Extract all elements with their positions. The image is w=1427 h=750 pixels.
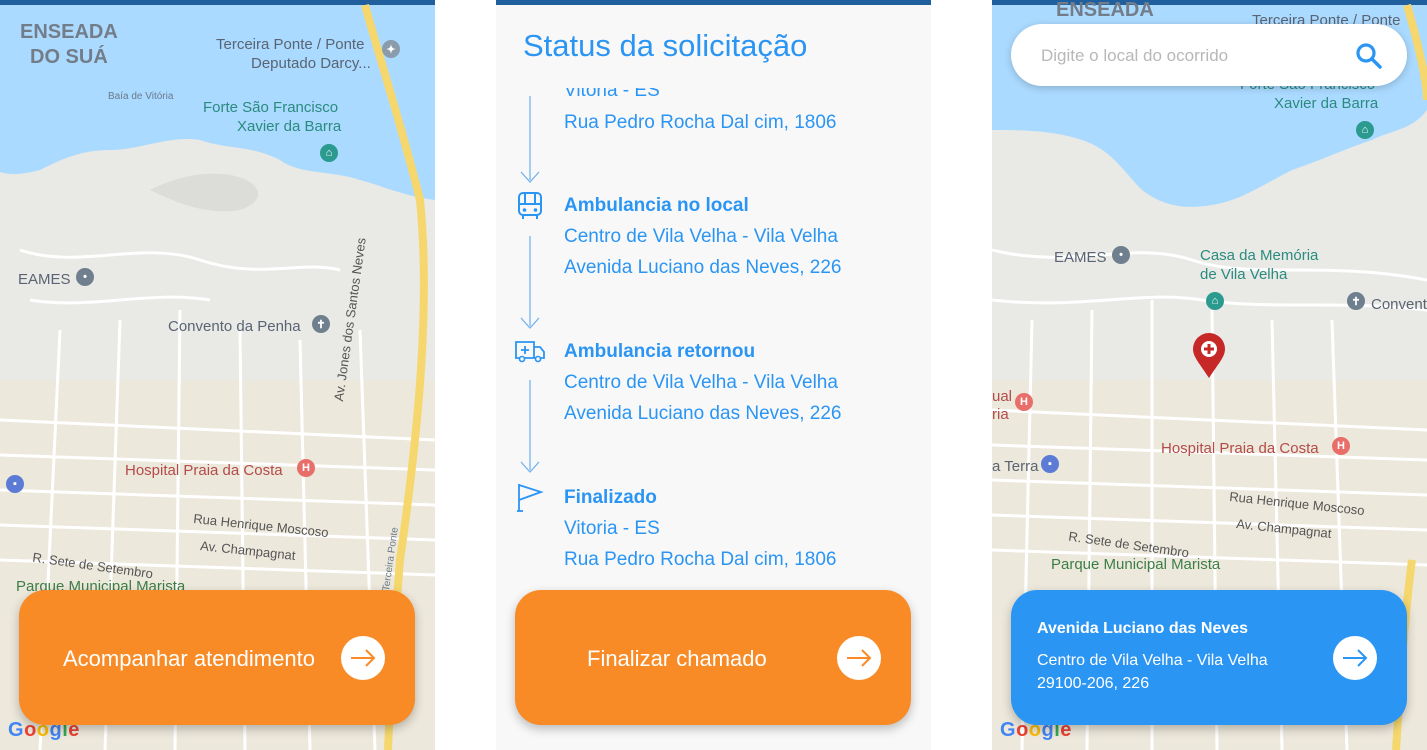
- map-label: DO SUÁ: [30, 46, 108, 68]
- location-marker-icon[interactable]: [1192, 333, 1226, 384]
- arrow-right-icon: [837, 636, 881, 680]
- hospital-pin-icon[interactable]: H: [1015, 393, 1033, 411]
- timeline[interactable]: Vitoria - ES Rua Pedro Rocha Dal cim, 18…: [496, 88, 931, 578]
- museum-pin-icon[interactable]: ⌂: [1206, 292, 1224, 310]
- map-screen-right: ENSEADA Terceira Ponte / Ponte Forte São…: [992, 0, 1427, 750]
- map-label: Forte São Francisco: [203, 99, 339, 116]
- map-label: ual: [992, 388, 1013, 405]
- step-line: Rua Pedro Rocha Dal cim, 1806: [564, 549, 837, 570]
- shop-pin-icon[interactable]: ▪: [1041, 455, 1059, 473]
- map-label: Convent: [1371, 296, 1427, 313]
- search-icon[interactable]: [1355, 42, 1383, 75]
- map-label: a Terra: [992, 458, 1039, 475]
- map-label: EAMES: [18, 271, 71, 288]
- hospital-pin-icon[interactable]: H: [1332, 437, 1350, 455]
- hospital-pin-icon[interactable]: H: [297, 459, 315, 477]
- search-input[interactable]: [1039, 42, 1343, 70]
- place-pin-icon[interactable]: •: [1112, 246, 1130, 264]
- status-screen: Status da solicitação Vitoria - ES Rua P…: [496, 0, 931, 750]
- map-label: Convento da Penha: [168, 318, 301, 335]
- church-pin-icon[interactable]: ✝: [312, 315, 330, 333]
- church-pin-icon[interactable]: ✝: [1347, 292, 1365, 310]
- map-label: Xavier da Barra: [237, 118, 342, 135]
- map-label: Xavier da Barra: [1274, 95, 1379, 112]
- card-title: Avenida Luciano das Neves: [1037, 620, 1249, 637]
- step-line: Vitoria - ES: [564, 88, 660, 101]
- step-title: Ambulancia no local: [564, 195, 749, 216]
- map-label: de Vila Velha: [1200, 266, 1288, 283]
- flag-icon: [516, 482, 544, 517]
- map-label: Parque Municipal Marista: [1051, 556, 1221, 573]
- step-line: Centro de Vila Velha - Vila Velha: [564, 372, 838, 393]
- button-label: Finalizar chamado: [587, 646, 767, 671]
- map-screen-left: ENSEADA DO SUÁ Terceira Ponte / Ponte De…: [0, 0, 435, 750]
- step-title: Finalizado: [564, 487, 657, 508]
- page-title: Status da solicitação: [523, 28, 808, 63]
- map-label: Deputado Darcy...: [251, 55, 371, 72]
- museum-pin-icon[interactable]: ⌂: [320, 144, 338, 162]
- card-line: Centro de Vila Velha - Vila Velha: [1037, 652, 1268, 669]
- search-bar[interactable]: [1011, 24, 1407, 86]
- map-label: Terceira Ponte / Ponte: [216, 36, 365, 53]
- arrow-right-icon[interactable]: [1333, 636, 1377, 680]
- map-label: ria: [992, 406, 1009, 423]
- step-line: Vitoria - ES: [564, 518, 660, 539]
- ambulance-icon: [514, 338, 546, 369]
- map-label: ENSEADA: [1056, 0, 1154, 21]
- museum-pin-icon[interactable]: ⌂: [1356, 121, 1374, 139]
- step-title: Ambulancia retornou: [564, 341, 756, 362]
- card-line: 29100-206, 226: [1037, 675, 1150, 692]
- step-line: Centro de Vila Velha - Vila Velha: [564, 226, 838, 247]
- step-line: Avenida Luciano das Neves, 226: [564, 257, 842, 278]
- map-label: Hospital Praia da Costa: [125, 462, 283, 479]
- button-label: Acompanhar atendimento: [63, 646, 315, 671]
- bridge-pin-icon[interactable]: ✦: [382, 40, 400, 58]
- top-bar: [496, 0, 931, 5]
- arrow-right-icon: [341, 636, 385, 680]
- finish-call-button[interactable]: Finalizar chamado: [515, 590, 911, 725]
- shop-pin-icon[interactable]: ▪: [6, 475, 24, 493]
- place-pin-icon[interactable]: •: [76, 268, 94, 286]
- bus-icon: [516, 191, 544, 226]
- map-label: Casa da Memória: [1200, 247, 1319, 264]
- selected-location-card[interactable]: Avenida Luciano das Neves Centro de Vila…: [1011, 590, 1407, 725]
- track-service-button[interactable]: Acompanhar atendimento: [19, 590, 415, 725]
- map-label: Hospital Praia da Costa: [1161, 440, 1319, 457]
- step-line: Avenida Luciano das Neves, 226: [564, 403, 842, 424]
- map-label: ENSEADA: [20, 21, 118, 43]
- step-line: Rua Pedro Rocha Dal cim, 1806: [564, 112, 837, 133]
- map-label: EAMES: [1054, 249, 1107, 266]
- map-label: Baía de Vitória: [108, 91, 174, 102]
